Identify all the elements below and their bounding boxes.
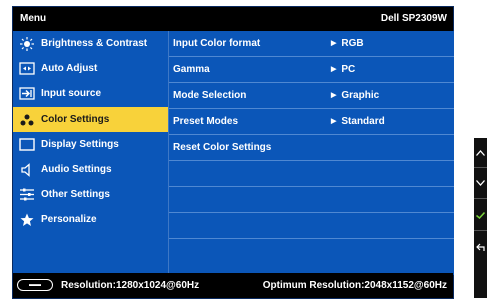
row-divider [169,212,454,213]
color-settings-icon [13,114,41,126]
sidebar-item-label: Personalize [41,214,97,225]
button-divider [474,230,487,231]
auto-adjust-icon [13,62,41,75]
row-label: Input Color format [173,38,261,49]
other-settings-icon [13,188,41,201]
sidebar-item-label: Input source [41,88,102,99]
model-name: Dell SP2309W [380,13,447,24]
row-label: Gamma [173,64,210,75]
current-resolution: Resolution:1280x1024@60Hz [61,280,200,291]
row-mode-selection[interactable]: Mode Selection Graphic [169,83,454,108]
row-value: RGB [331,38,363,49]
sidebar-item-label: Audio Settings [41,164,112,175]
row-label: Reset Color Settings [173,142,272,153]
sidebar-item-input-source[interactable]: Input source [13,81,168,106]
row-value: Standard [331,116,384,127]
title-bar: Menu Dell SP2309W [13,7,453,31]
menu-title: Menu [20,13,47,24]
star-icon [13,213,41,227]
sidebar-item-label: Auto Adjust [41,63,98,74]
osd-menu: Menu Dell SP2309W Brightness & Contrast [12,6,454,299]
up-arrow-icon[interactable] [474,140,487,166]
row-preset-modes[interactable]: Preset Modes Standard [169,109,454,134]
monitor-button-strip [474,138,487,298]
sidebar-item-personalize[interactable]: Personalize [13,207,168,232]
row-value: PC [331,64,355,75]
audio-icon [13,162,41,177]
sidebar-item-label: Display Settings [41,139,119,150]
row-label: Mode Selection [173,90,247,101]
button-divider [474,198,487,199]
brightness-icon [13,36,41,51]
row-value: Graphic [331,90,379,101]
row-divider [169,238,454,239]
sidebar-item-audio-settings[interactable]: Audio Settings [13,157,168,182]
sidebar-item-color-settings[interactable]: Color Settings [13,107,168,132]
optimum-resolution: Optimum Resolution:2048x1152@60Hz [262,280,447,291]
row-reset-color-settings[interactable]: Reset Color Settings [169,135,454,160]
status-bar: ▬▬ Resolution:1280x1024@60Hz Optimum Res… [13,273,453,298]
sidebar-item-other-settings[interactable]: Other Settings [13,182,168,207]
row-label: Preset Modes [173,116,239,127]
row-divider [169,160,454,161]
sidebar-item-auto-adjust[interactable]: Auto Adjust [13,56,168,81]
row-divider [169,186,454,187]
sidebar-item-brightness-contrast[interactable]: Brightness & Contrast [13,31,168,56]
input-source-icon [13,87,41,100]
row-input-color-format[interactable]: Input Color format RGB [169,31,454,56]
sidebar-item-display-settings[interactable]: Display Settings [13,132,168,157]
sidebar-item-label: Other Settings [41,189,110,200]
checkmark-icon[interactable] [474,202,487,228]
sidebar: Brightness & Contrast Auto Adjust Input … [13,31,168,275]
vga-connector-icon: ▬▬ [17,279,53,291]
display-settings-icon [13,138,41,151]
back-arrow-icon[interactable] [474,234,487,260]
down-arrow-icon[interactable] [474,170,487,196]
sidebar-item-label: Color Settings [41,114,110,125]
row-gamma[interactable]: Gamma PC [169,57,454,82]
sidebar-item-label: Brightness & Contrast [41,38,148,49]
content-panel: Input Color format RGB Gamma PC Mode Sel… [169,31,454,275]
button-divider [474,167,487,168]
